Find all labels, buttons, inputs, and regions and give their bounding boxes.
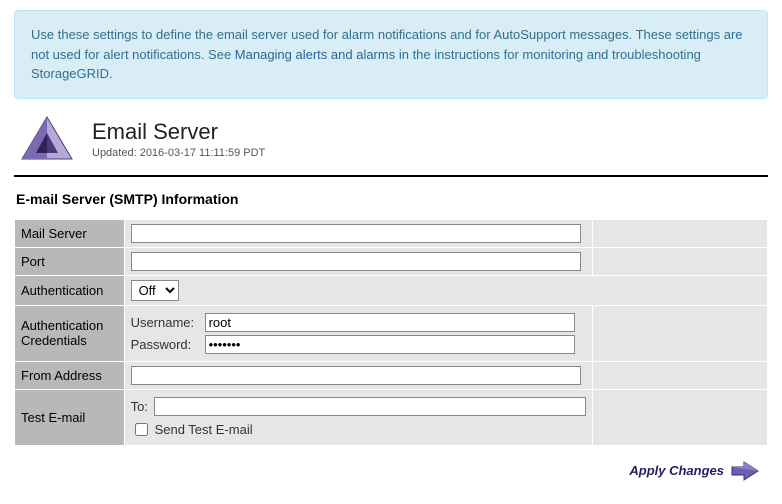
password-sublabel: Password: [131,337,199,352]
send-test-label: Send Test E-mail [155,422,253,437]
tail-cell [592,219,767,247]
page-title: Email Server [92,119,265,145]
test-to-input[interactable] [154,397,586,416]
test-email-label: Test E-mail [15,389,125,445]
info-banner: Use these settings to define the email s… [14,10,768,99]
from-address-label: From Address [15,361,125,389]
apply-changes-label: Apply Changes [629,463,724,478]
port-label: Port [15,247,125,275]
divider [14,175,768,177]
send-test-checkbox[interactable] [135,423,148,436]
updated-timestamp: Updated: 2016-03-17 11:11:59 PDT [92,147,265,159]
port-input[interactable] [131,252,581,271]
username-input[interactable] [205,313,575,332]
password-input[interactable] [205,335,575,354]
app-logo-icon [20,115,74,163]
arrow-right-icon [730,460,760,482]
mail-server-label: Mail Server [15,219,125,247]
section-heading: E-mail Server (SMTP) Information [16,191,768,207]
apply-changes-button[interactable]: Apply Changes [629,460,760,482]
from-address-input[interactable] [131,366,581,385]
mail-server-input[interactable] [131,224,581,243]
username-sublabel: Username: [131,315,199,330]
managing-alerts-link[interactable]: Managing alerts and alarms [235,47,395,62]
authentication-select[interactable]: Off [131,280,179,301]
credentials-label: Authentication Credentials [15,305,125,361]
authentication-label: Authentication [15,275,125,305]
page-header: Email Server Updated: 2016-03-17 11:11:5… [14,115,768,175]
smtp-form: Mail Server Port Authentication Off Auth… [14,219,768,446]
to-sublabel: To: [131,399,148,414]
